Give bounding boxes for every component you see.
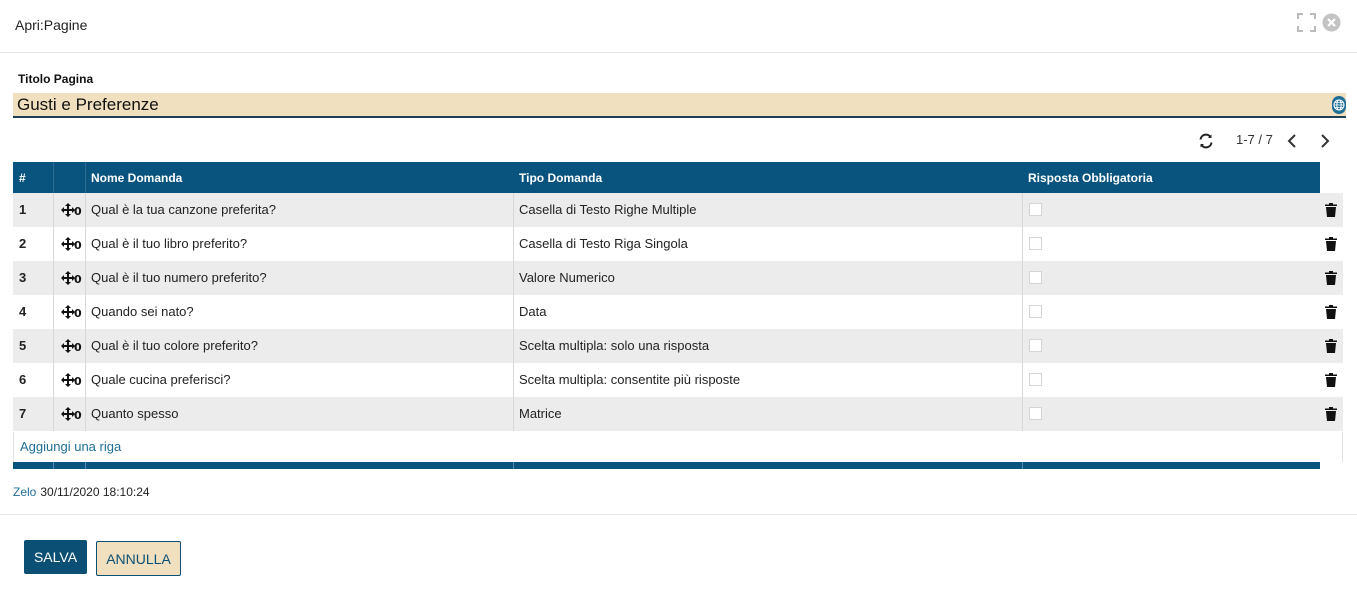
expand-icon[interactable]: [1297, 13, 1316, 32]
close-icon[interactable]: [1322, 13, 1341, 32]
question-type: Scelta multipla: solo una risposta: [519, 338, 710, 353]
column-header-type[interactable]: Tipo Domanda: [519, 171, 602, 185]
pager-range: 1-7 / 7: [1236, 132, 1273, 147]
row-number: 5: [19, 338, 27, 353]
column-header-required[interactable]: Risposta Obbligatoria: [1028, 171, 1153, 185]
column-header-name[interactable]: Nome Domanda: [91, 171, 182, 185]
cancel-button[interactable]: ANNULLA: [96, 541, 181, 576]
globe-icon[interactable]: [1332, 96, 1346, 114]
row-number: 4: [19, 304, 27, 319]
question-type: Scelta multipla: consentite più risposte: [519, 372, 741, 387]
question-name: Quando sei nato?: [91, 304, 194, 319]
required-checkbox[interactable]: [1029, 407, 1042, 420]
timestamp: 30/11/2020 18:10:24: [40, 485, 150, 499]
chevron-left-icon[interactable]: [1285, 130, 1299, 152]
move-handle-icon[interactable]: 0: [60, 372, 82, 388]
page-title-label: Titolo Pagina: [18, 72, 94, 86]
move-handle-icon[interactable]: 0: [60, 304, 82, 320]
question-name: Qual è il tuo colore preferito?: [91, 338, 258, 353]
required-checkbox[interactable]: [1029, 305, 1042, 318]
grid-footer: [13, 462, 1320, 469]
dialog-titlebar: Apri:Pagine: [0, 0, 1357, 53]
row-number: 2: [19, 236, 27, 251]
column-header-number[interactable]: #: [19, 171, 26, 185]
row-number: 6: [19, 372, 27, 387]
dialog-title: Apri:Pagine: [15, 17, 88, 33]
move-handle-icon[interactable]: 0: [60, 338, 82, 354]
required-checkbox[interactable]: [1029, 339, 1042, 352]
page-title-input[interactable]: [13, 93, 1346, 118]
question-type: Matrice: [519, 406, 562, 421]
trash-icon[interactable]: [1325, 305, 1337, 319]
question-name: Qual è la tua canzone preferita?: [91, 202, 277, 217]
trash-icon[interactable]: [1325, 203, 1337, 217]
table-row[interactable]: 2 0 Qual è il tuo libro preferito? Casella …: [13, 227, 1343, 261]
required-checkbox[interactable]: [1029, 271, 1042, 284]
row-number: 3: [19, 270, 27, 285]
grid-header: # Nome Domanda Tipo Domanda Risposta Obb…: [13, 162, 1320, 193]
trash-icon[interactable]: [1325, 373, 1337, 387]
author-link[interactable]: Zelo: [13, 485, 36, 499]
svg-text:0: 0: [74, 239, 82, 252]
trash-icon[interactable]: [1325, 407, 1337, 421]
question-name: Quanto spesso: [91, 406, 179, 421]
row-number: 1: [19, 202, 27, 217]
required-checkbox[interactable]: [1029, 203, 1042, 216]
svg-text:0: 0: [74, 307, 82, 320]
table-row[interactable]: 6 0 Quale cucina preferisci? Scelta multipl…: [13, 363, 1343, 397]
move-handle-icon[interactable]: 0: [60, 202, 82, 218]
trash-icon[interactable]: [1325, 271, 1337, 285]
trash-icon[interactable]: [1325, 339, 1337, 353]
refresh-icon[interactable]: [1197, 130, 1215, 152]
question-name: Qual è il tuo numero preferito?: [91, 270, 267, 285]
table-row[interactable]: 3 0 Qual è il tuo numero preferito? Valore …: [13, 261, 1343, 295]
required-checkbox[interactable]: [1029, 373, 1042, 386]
save-button[interactable]: SALVA: [24, 540, 87, 574]
question-type: Casella di Testo Righe Multiple: [519, 202, 697, 217]
add-row-link[interactable]: Aggiungi una riga: [20, 439, 121, 454]
row-number: 7: [19, 406, 27, 421]
move-handle-icon[interactable]: 0: [60, 236, 82, 252]
svg-text:0: 0: [74, 205, 82, 218]
table-row[interactable]: 1 0 Qual è la tua canzone preferita? Casell…: [13, 193, 1343, 227]
chevron-right-icon[interactable]: [1318, 130, 1332, 152]
trash-icon[interactable]: [1325, 237, 1337, 251]
table-row[interactable]: 7 0 Quanto spesso Matrice: [13, 397, 1343, 431]
question-name: Quale cucina preferisci?: [91, 372, 231, 387]
svg-text:0: 0: [74, 273, 82, 286]
svg-text:0: 0: [74, 341, 82, 354]
question-type: Valore Numerico: [519, 270, 615, 285]
question-type: Casella di Testo Riga Singola: [519, 236, 688, 251]
svg-text:0: 0: [74, 375, 82, 388]
move-handle-icon[interactable]: 0: [60, 406, 82, 422]
table-row[interactable]: 4 0 Quando sei nato? Data: [13, 295, 1343, 329]
question-type: Data: [519, 304, 547, 319]
move-handle-icon[interactable]: 0: [60, 270, 82, 286]
add-row-area: Aggiungi una riga: [13, 432, 1343, 462]
table-row[interactable]: 5 0 Qual è il tuo colore preferito? Scelta …: [13, 329, 1343, 363]
svg-text:0: 0: [74, 409, 82, 422]
footer-divider: [0, 514, 1357, 515]
required-checkbox[interactable]: [1029, 237, 1042, 250]
question-name: Qual è il tuo libro preferito?: [91, 236, 248, 251]
record-meta: Zelo 30/11/2020 18:10:24: [13, 485, 150, 499]
